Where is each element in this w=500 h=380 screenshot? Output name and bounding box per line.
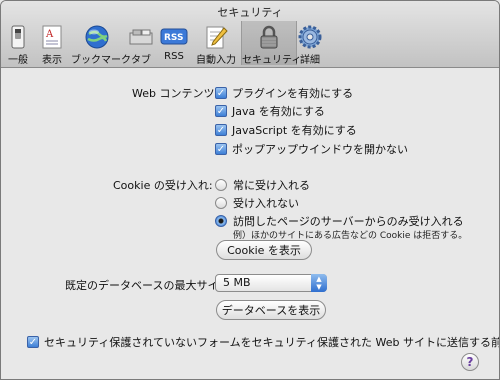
- checkbox-checked-icon: ✓: [27, 336, 39, 348]
- show-cookies-button[interactable]: Cookie を表示: [216, 240, 312, 260]
- tabs-icon: [129, 29, 153, 45]
- block-popups-checkbox[interactable]: ✓ ポップアップウインドウを開かない: [215, 141, 408, 157]
- preferences-window: セキュリティ 一般 A 表示 ブックマーク タブ RSS RSS 自動入力 セキ…: [0, 0, 500, 380]
- show-databases-button[interactable]: データベースを表示: [216, 300, 326, 320]
- svg-text:A: A: [45, 29, 54, 40]
- java-label: Java を有効にする: [232, 105, 325, 118]
- tab-autofill[interactable]: 自動入力: [193, 21, 239, 66]
- cookie-never-radio[interactable]: 受け入れない: [215, 195, 299, 211]
- tab-general-label: 一般: [8, 55, 28, 66]
- cookie-always-label: 常に受け入れる: [233, 179, 310, 192]
- database-size-label: 既定のデータベースの最大サイ: [65, 279, 219, 292]
- checkbox-checked-icon: ✓: [215, 143, 227, 155]
- rss-icon: RSS: [160, 28, 188, 45]
- radio-selected-icon: [215, 215, 227, 227]
- radio-icon: [215, 179, 227, 191]
- secure-form-label: セキュリティ保護されていないフォームをセキュリティ保護された Web サイトに送…: [44, 336, 500, 349]
- lock-icon: [260, 25, 278, 49]
- help-button[interactable]: ?: [461, 353, 479, 371]
- checkbox-checked-icon: ✓: [215, 87, 227, 99]
- tab-bookmarks-label: ブックマーク: [71, 55, 131, 66]
- window-title: セキュリティ: [217, 6, 283, 19]
- tab-rss-label: RSS: [164, 51, 184, 62]
- checkbox-checked-icon: ✓: [215, 105, 227, 117]
- tab-general[interactable]: 一般: [3, 21, 33, 66]
- database-size-select[interactable]: 5 MB ▲ ▼: [215, 274, 327, 292]
- tab-appearance-label: 表示: [42, 55, 62, 66]
- tab-tabs[interactable]: タブ: [123, 21, 159, 66]
- tab-autofill-label: 自動入力: [196, 55, 236, 66]
- web-content-label: Web コンテンツ:: [132, 87, 219, 100]
- cookie-always-radio[interactable]: 常に受け入れる: [215, 177, 310, 193]
- toolbar: セキュリティ 一般 A 表示 ブックマーク タブ RSS RSS 自動入力 セキ…: [1, 1, 499, 68]
- tab-tabs-label: タブ: [131, 55, 151, 66]
- pencil-icon: [206, 26, 228, 49]
- plugins-label: プラグインを有効にする: [232, 87, 354, 100]
- cookie-visited-label: 訪問したページのサーバーからのみ受け入れる: [233, 215, 464, 228]
- svg-text:RSS: RSS: [164, 33, 184, 43]
- javascript-checkbox[interactable]: ✓ JavaScript を有効にする: [215, 122, 357, 138]
- database-size-value: 5 MB: [223, 276, 251, 289]
- java-checkbox[interactable]: ✓ Java を有効にする: [215, 103, 325, 119]
- security-pane: Web コンテンツ: ✓ プラグインを有効にする ✓ Java を有効にする ✓…: [1, 68, 499, 379]
- tab-security-label: セキュリティ: [242, 55, 302, 66]
- tab-advanced[interactable]: 詳細: [295, 21, 325, 66]
- globe-icon: [85, 25, 109, 49]
- gear-icon: [298, 25, 322, 49]
- tab-rss[interactable]: RSS RSS: [159, 21, 189, 65]
- javascript-label: JavaScript を有効にする: [232, 124, 357, 137]
- font-icon: A: [42, 25, 62, 49]
- plugins-checkbox[interactable]: ✓ プラグインを有効にする: [215, 85, 353, 101]
- secure-form-checkbox[interactable]: ✓ セキュリティ保護されていないフォームをセキュリティ保護された Web サイト…: [27, 334, 500, 350]
- tab-security[interactable]: セキュリティ: [241, 21, 302, 66]
- switch-icon: [11, 25, 25, 49]
- checkbox-checked-icon: ✓: [215, 124, 227, 136]
- tab-bookmarks[interactable]: ブックマーク: [71, 21, 131, 66]
- stepper-arrows-icon: ▲ ▼: [311, 274, 327, 292]
- tab-advanced-label: 詳細: [300, 55, 320, 66]
- cookie-visited-radio[interactable]: 訪問したページのサーバーからのみ受け入れる: [215, 213, 464, 229]
- block-popups-label: ポップアップウインドウを開かない: [232, 143, 408, 156]
- tab-appearance[interactable]: A 表示: [37, 21, 67, 66]
- cookie-label: Cookie の受け入れ:: [113, 179, 213, 192]
- radio-icon: [215, 197, 227, 209]
- cookie-never-label: 受け入れない: [233, 197, 299, 210]
